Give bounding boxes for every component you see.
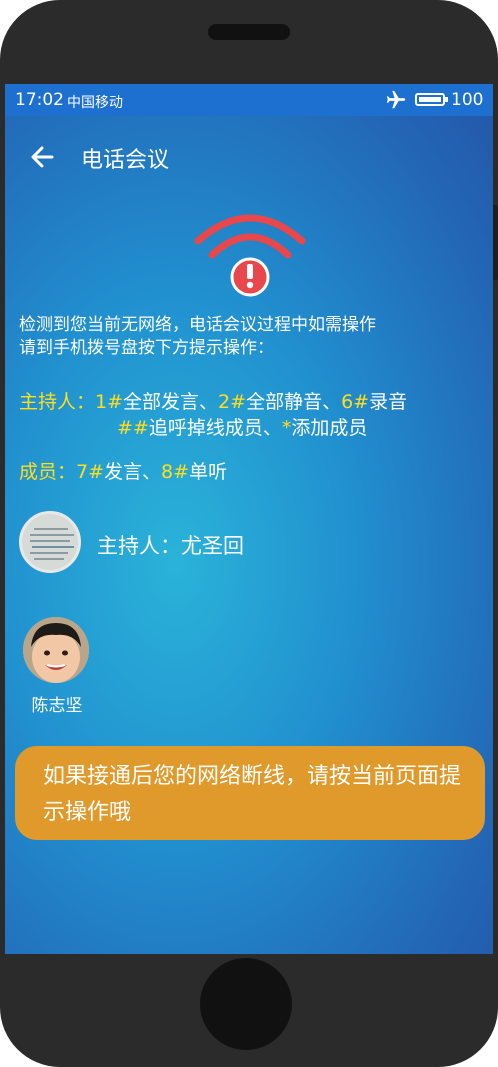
member-name: 陈志坚 — [31, 696, 83, 716]
host-label: 主持人： — [19, 391, 96, 413]
cmd-text: 全部静音、 — [246, 391, 342, 413]
cmd-text: 单听 — [189, 461, 228, 483]
arrow-left-icon[interactable] — [27, 142, 57, 172]
no-network-warning: 检测到您当前无网络，电话会议过程中如需操作 请到手机拨号盘按下方提示操作： — [19, 314, 479, 360]
cmd-key: * — [281, 417, 292, 439]
cmd-key: 2# — [218, 391, 247, 413]
page-title: 电话会议 — [81, 148, 170, 173]
host-commands: 主持人：1#全部发言、2#全部静音、6#录音 ##追呼掉线成员、*添加成员 — [19, 389, 407, 441]
status-time: 17:02 — [15, 90, 64, 110]
cmd-key: 8# — [161, 461, 190, 483]
status-carrier: 中国移动 — [67, 95, 123, 111]
battery-level: 100 — [451, 90, 484, 110]
cmd-key: 7# — [76, 461, 105, 483]
tip-text: 如果接通后您的网络断线，请按当前页面提示操作哦 — [43, 764, 462, 825]
cmd-key: ## — [117, 417, 149, 439]
cmd-text: 添加成员 — [291, 417, 368, 439]
airplane-icon — [386, 90, 406, 109]
host-avatar[interactable] — [19, 511, 81, 573]
member-label: 成员： — [19, 461, 77, 483]
cmd-text: 发言、 — [104, 461, 162, 483]
cmd-text: 全部发言、 — [123, 391, 219, 413]
battery-icon — [415, 93, 448, 106]
earpiece — [208, 24, 290, 40]
home-button[interactable] — [200, 958, 292, 1050]
cmd-key: 1# — [95, 391, 124, 413]
screen: 17:02 中国移动 100 电话会议 检测到您当前无网络，电话会议过程中如需操… — [5, 84, 493, 954]
phone-frame: 17:02 中国移动 100 电话会议 检测到您当前无网络，电话会议过程中如需操… — [0, 0, 498, 1067]
cmd-text: 录音 — [369, 391, 408, 413]
host-commands-line-1: 主持人：1#全部发言、2#全部静音、6#录音 — [19, 389, 407, 415]
host-name: 主持人：尤圣回 — [97, 534, 244, 558]
tip-banner: 如果接通后您的网络断线，请按当前页面提示操作哦 — [15, 746, 485, 840]
cmd-key: 6# — [341, 391, 370, 413]
member-commands: 成员：7#发言、8#单听 — [19, 457, 227, 484]
member-avatar[interactable] — [23, 617, 89, 683]
warning-line-2: 请到手机拨号盘按下方提示操作： — [19, 338, 274, 358]
child-photo — [23, 617, 89, 683]
wifi-alert-icon — [194, 214, 306, 297]
warning-line-1: 检测到您当前无网络，电话会议过程中如需操作 — [19, 315, 376, 335]
status-bar: 17:02 中国移动 100 — [5, 84, 493, 116]
cmd-text: 追呼掉线成员、 — [148, 417, 282, 439]
host-commands-line-2: ##追呼掉线成员、*添加成员 — [19, 415, 407, 441]
